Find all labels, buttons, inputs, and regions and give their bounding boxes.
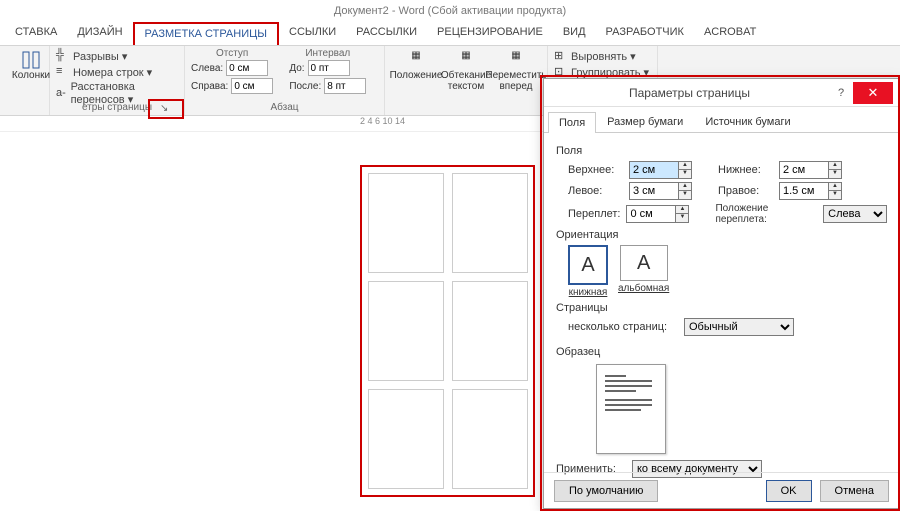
breaks-icon: ╬	[56, 49, 70, 63]
margin-top-input[interactable]	[629, 161, 679, 179]
page-thumbnail[interactable]	[452, 173, 528, 273]
dialog-tab-paper[interactable]: Размер бумаги	[596, 111, 694, 132]
hyphenation-icon: a-	[56, 87, 68, 101]
tab-acrobat[interactable]: ACROBAT	[694, 22, 766, 45]
align-icon: ⊞	[554, 49, 568, 63]
columns-icon	[21, 50, 41, 70]
indent-left-input[interactable]	[226, 60, 268, 76]
columns-button[interactable]: Колонки	[6, 48, 56, 83]
page-thumbnail[interactable]	[452, 389, 528, 489]
document-area	[360, 165, 535, 497]
margin-right-input[interactable]	[779, 182, 829, 200]
tab-view[interactable]: ВИД	[553, 22, 596, 45]
bring-forward-button[interactable]: ▦Переместить вперед	[491, 48, 541, 113]
page-thumbnail[interactable]	[368, 389, 444, 489]
spacing-before-input[interactable]	[308, 60, 350, 76]
tab-insert[interactable]: СТАВКА	[5, 22, 67, 45]
dialog-tab-margins[interactable]: Поля	[548, 112, 596, 133]
gutter-position-select[interactable]: Слева	[823, 205, 887, 223]
margins-section-label: Поля	[556, 145, 887, 157]
cancel-button[interactable]: Отмена	[820, 480, 889, 502]
page-setup-dialog: Параметры страницы ? ✕ Поля Размер бумаг…	[543, 78, 900, 509]
page-thumbnail[interactable]	[368, 173, 444, 273]
indent-right-input[interactable]	[231, 78, 273, 94]
dialog-tab-source[interactable]: Источник бумаги	[694, 111, 801, 132]
preview-thumbnail	[596, 364, 666, 454]
sample-section-label: Образец	[556, 346, 887, 358]
margin-left-input[interactable]	[629, 182, 679, 200]
wrap-icon: ▦	[456, 50, 476, 70]
group-icon: ⊡	[554, 65, 568, 79]
multiple-pages-select[interactable]: Обычный	[684, 318, 794, 336]
tab-developer[interactable]: РАЗРАБОТЧИК	[596, 22, 694, 45]
paragraph-group-label: Абзац	[185, 102, 384, 113]
dialog-title: Параметры страницы	[550, 86, 829, 100]
dialog-launcher-icon[interactable]: ↘	[160, 103, 168, 114]
line-numbers-button[interactable]: ≡Номера строк ▾	[56, 64, 178, 80]
breaks-button[interactable]: ╬Разрывы ▾	[56, 48, 178, 64]
tab-page-layout[interactable]: РАЗМЕТКА СТРАНИЦЫ	[133, 22, 279, 45]
help-button[interactable]: ?	[829, 82, 853, 104]
close-button[interactable]: ✕	[853, 82, 893, 104]
page-thumbnail[interactable]	[452, 281, 528, 381]
tab-design[interactable]: ДИЗАЙН	[67, 22, 132, 45]
wrap-text-button[interactable]: ▦Обтекание текстом	[441, 48, 491, 113]
margin-bottom-input[interactable]	[779, 161, 829, 179]
align-button[interactable]: ⊞Выровнять ▾	[554, 48, 651, 64]
ok-button[interactable]: OK	[766, 480, 812, 502]
gutter-input[interactable]	[626, 205, 676, 223]
page-thumbnail[interactable]	[368, 281, 444, 381]
title-bar: Документ2 - Word (Сбой активации продукт…	[0, 0, 900, 22]
orientation-landscape[interactable]: Aальбомная	[618, 245, 669, 298]
default-button[interactable]: По умолчанию	[554, 480, 658, 502]
position-icon: ▦	[406, 50, 426, 70]
spacing-after-input[interactable]	[324, 78, 366, 94]
orientation-portrait[interactable]: Aкнижная	[568, 245, 608, 298]
orientation-section-label: Ориентация	[556, 229, 887, 241]
tab-review[interactable]: РЕЦЕНЗИРОВАНИЕ	[427, 22, 553, 45]
line-numbers-icon: ≡	[56, 65, 70, 79]
pages-section-label: Страницы	[556, 302, 887, 314]
spin-down-icon[interactable]: ▼	[679, 170, 691, 178]
position-button[interactable]: ▦Положение	[391, 48, 441, 113]
ribbon-tabs: СТАВКА ДИЗАЙН РАЗМЕТКА СТРАНИЦЫ ССЫЛКИ Р…	[0, 22, 900, 46]
tab-references[interactable]: ССЫЛКИ	[279, 22, 346, 45]
tab-mailings[interactable]: РАССЫЛКИ	[346, 22, 427, 45]
spin-up-icon[interactable]: ▲	[679, 162, 691, 170]
forward-icon: ▦	[506, 50, 526, 70]
